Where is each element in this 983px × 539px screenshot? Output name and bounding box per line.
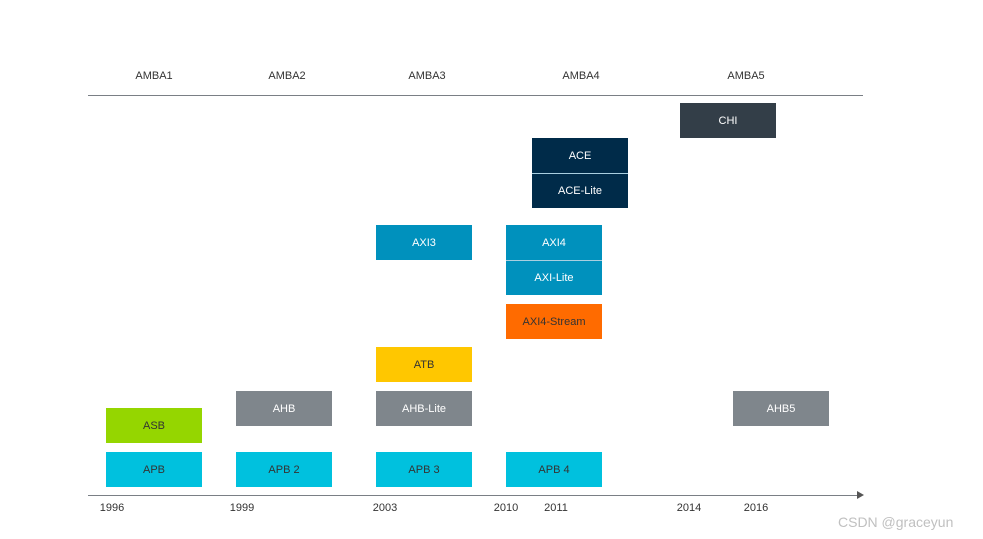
year-label: 2010 xyxy=(493,502,519,514)
year-label: 1999 xyxy=(229,502,255,514)
box-ahb5: AHB5 xyxy=(733,391,829,426)
box-ace: ACE xyxy=(532,138,628,173)
header-divider xyxy=(88,95,863,96)
axis-arrow-icon xyxy=(857,491,864,499)
box-axi4: AXI4 xyxy=(506,225,602,260)
box-ahb: AHB xyxy=(236,391,332,426)
generation-label: AMBA5 xyxy=(727,70,765,82)
box-divider xyxy=(532,173,628,174)
box-asb: ASB xyxy=(106,408,202,443)
amba-timeline-diagram: AMBA1 AMBA2 AMBA3 AMBA4 AMBA5 ASB APB AH… xyxy=(0,0,983,539)
year-label: 1996 xyxy=(99,502,125,514)
box-ace-lite: ACE-Lite xyxy=(532,173,628,208)
box-apb3: APB 3 xyxy=(376,452,472,487)
box-chi: CHI xyxy=(680,103,776,138)
generation-label: AMBA3 xyxy=(408,70,446,82)
year-label: 2016 xyxy=(743,502,769,514)
generation-label: AMBA1 xyxy=(135,70,173,82)
box-apb4: APB 4 xyxy=(506,452,602,487)
box-apb: APB xyxy=(106,452,202,487)
box-ahb-lite: AHB-Lite xyxy=(376,391,472,426)
year-label: 2014 xyxy=(676,502,702,514)
box-axi4-stream: AXI4-Stream xyxy=(506,304,602,339)
box-apb2: APB 2 xyxy=(236,452,332,487)
box-axi-lite: AXI-Lite xyxy=(506,260,602,295)
timeline-axis xyxy=(88,495,858,496)
box-axi3: AXI3 xyxy=(376,225,472,260)
year-label: 2003 xyxy=(372,502,398,514)
generation-label: AMBA2 xyxy=(268,70,306,82)
year-label: 2011 xyxy=(544,502,568,514)
box-atb: ATB xyxy=(376,347,472,382)
watermark: CSDN @graceyun xyxy=(838,514,954,530)
generation-label: AMBA4 xyxy=(562,70,600,82)
box-divider xyxy=(506,260,602,261)
